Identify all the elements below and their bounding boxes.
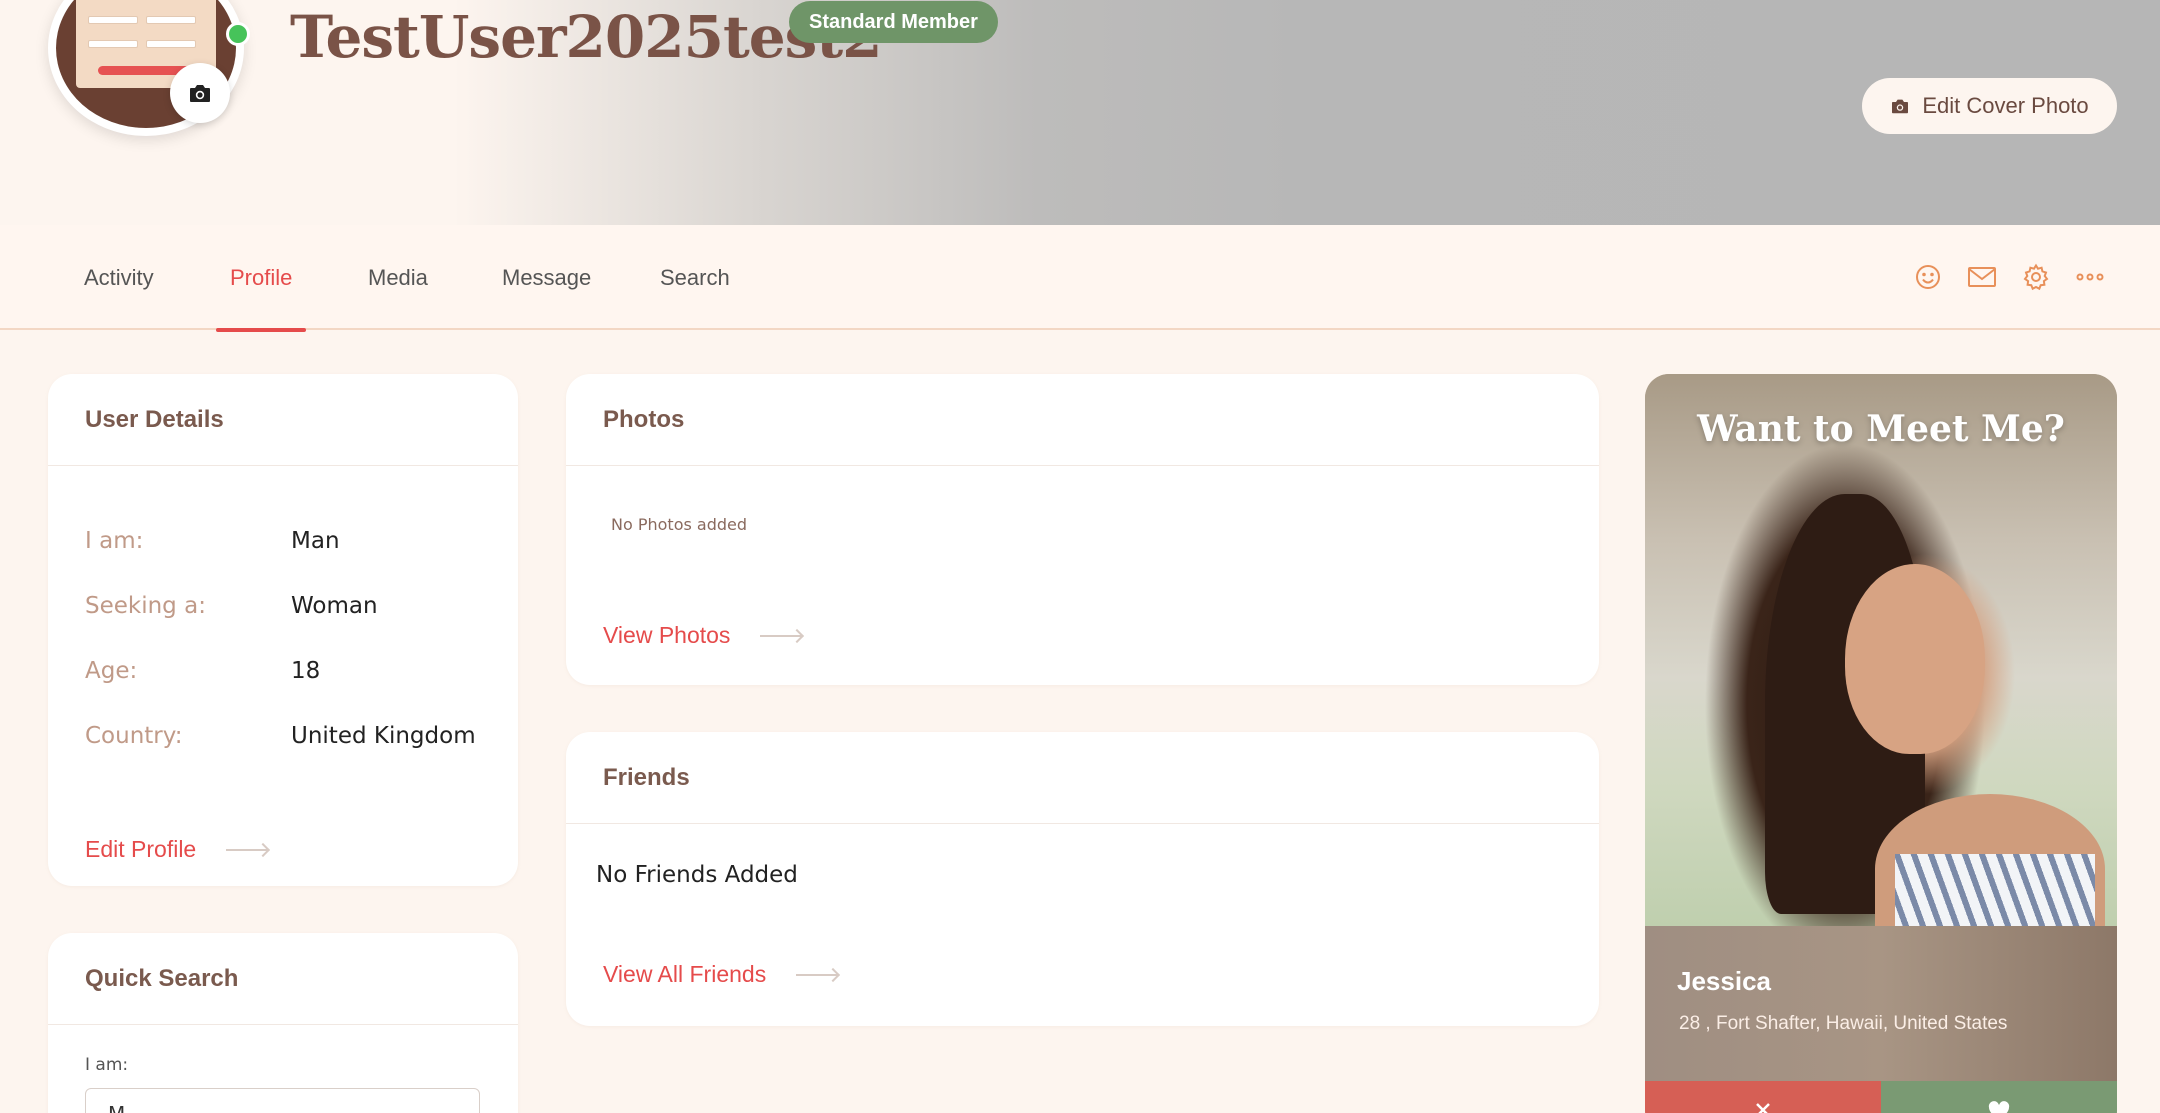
meet-actions xyxy=(1645,1081,2117,1113)
detail-label-age: Age: xyxy=(85,658,138,684)
detail-value-gender: Man xyxy=(291,528,340,554)
membership-badge: Standard Member xyxy=(789,1,998,43)
change-avatar-button[interactable] xyxy=(170,63,230,123)
view-all-friends-label: View All Friends xyxy=(603,961,767,987)
smiley-icon[interactable] xyxy=(1913,262,1943,292)
match-location: 28 , Fort Shafter, Hawaii, United States xyxy=(1679,1013,2008,1034)
detail-value-country: United Kingdom xyxy=(291,723,476,749)
gear-icon[interactable] xyxy=(2021,262,2051,292)
detail-value-age: 18 xyxy=(291,658,321,684)
photos-card: Photos No Photos added View Photos xyxy=(566,374,1599,685)
meet-me-card: Want to Meet Me? Jessica 28 , Fort Shaft… xyxy=(1645,374,2117,1113)
close-icon xyxy=(1756,1103,1770,1113)
profile-nav: Activity Profile Media Message Search xyxy=(0,225,2160,332)
detail-value-seeking: Woman xyxy=(291,593,378,619)
arrow-right-icon xyxy=(226,848,269,851)
mail-icon[interactable] xyxy=(1967,262,1997,292)
friends-card: Friends No Friends Added View All Friend… xyxy=(566,732,1599,1026)
arrow-right-icon xyxy=(796,973,839,976)
tab-profile[interactable]: Profile xyxy=(215,225,307,332)
detail-label-seeking: Seeking a: xyxy=(85,593,206,619)
detail-label-gender: I am: xyxy=(85,528,144,554)
user-details-title: User Details xyxy=(48,374,518,466)
photos-title: Photos xyxy=(566,374,1599,466)
view-photos-label: View Photos xyxy=(603,622,731,648)
arrow-right-icon xyxy=(760,634,803,637)
no-photos-message: No Photos added xyxy=(611,515,748,534)
tab-media[interactable]: Media xyxy=(368,225,428,330)
edit-cover-photo-button[interactable]: Edit Cover Photo xyxy=(1862,78,2117,134)
view-all-friends-link[interactable]: View All Friends xyxy=(603,961,839,988)
match-photo[interactable] xyxy=(1645,374,2117,944)
match-info: Jessica 28 , Fort Shafter, Hawaii, Unite… xyxy=(1645,926,2117,1081)
pass-button[interactable] xyxy=(1645,1081,1881,1113)
quick-search-i-am-select[interactable]: M xyxy=(85,1088,480,1113)
camera-icon xyxy=(1892,99,1909,114)
quick-search-title: Quick Search xyxy=(48,933,518,1025)
online-status-indicator xyxy=(226,22,250,46)
friends-title: Friends xyxy=(566,732,1599,824)
no-friends-message: No Friends Added xyxy=(596,862,798,888)
tab-activity[interactable]: Activity xyxy=(84,225,154,330)
heart-icon xyxy=(1988,1101,2010,1113)
edit-profile-link[interactable]: Edit Profile xyxy=(85,836,269,863)
user-details-card: User Details I am: Man Seeking a: Woman … xyxy=(48,374,518,886)
meet-me-title: Want to Meet Me? xyxy=(1697,408,2065,450)
quick-search-i-am-label: I am: xyxy=(85,1055,129,1075)
more-icon[interactable] xyxy=(2075,262,2105,292)
edit-cover-photo-label: Edit Cover Photo xyxy=(1922,93,2089,118)
cover-photo: TestUser2025test2 Standard Member Edit C… xyxy=(0,0,2160,225)
camera-icon xyxy=(190,85,210,102)
like-button[interactable] xyxy=(1881,1081,2117,1113)
edit-profile-label: Edit Profile xyxy=(85,836,197,862)
match-name: Jessica xyxy=(1677,966,1771,996)
view-photos-link[interactable]: View Photos xyxy=(603,622,803,649)
detail-label-country: Country: xyxy=(85,723,183,749)
quick-search-card: Quick Search I am: M xyxy=(48,933,518,1113)
tab-search[interactable]: Search xyxy=(660,225,730,330)
tab-message[interactable]: Message xyxy=(502,225,591,330)
